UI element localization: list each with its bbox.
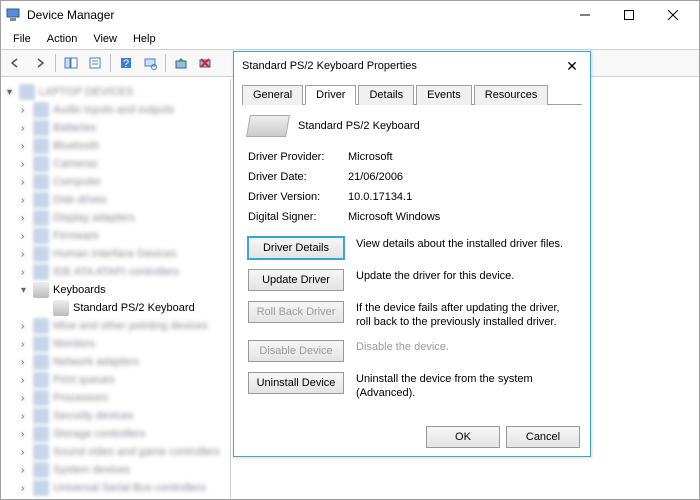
tree-label-keyboards: Keyboards [53, 284, 106, 296]
update-driver-desc: Update the driver for this device. [356, 269, 576, 283]
uninstall-device-button[interactable]: Uninstall Device [248, 372, 344, 394]
label-provider: Driver Provider: [248, 151, 348, 163]
properties-icon[interactable] [84, 52, 106, 74]
device-name: Standard PS/2 Keyboard [298, 120, 420, 132]
label-version: Driver Version: [248, 191, 348, 203]
tree-node-keyboards[interactable]: ▾Keyboards [1, 281, 230, 299]
disable-device-button: Disable Device [248, 340, 344, 362]
show-hide-tree-icon[interactable] [60, 52, 82, 74]
menu-file[interactable]: File [5, 31, 39, 47]
ok-button[interactable]: OK [426, 426, 500, 448]
menu-bar: File Action View Help [1, 29, 699, 49]
help-icon[interactable]: ? [115, 52, 137, 74]
value-version: 10.0.17134.1 [348, 191, 576, 203]
driver-details-desc: View details about the installed driver … [356, 237, 576, 251]
uninstall-device-icon[interactable] [194, 52, 216, 74]
dialog-title: Standard PS/2 Keyboard Properties [242, 60, 417, 72]
svg-text:?: ? [123, 58, 129, 70]
menu-view[interactable]: View [85, 31, 125, 47]
title-bar: Device Manager [1, 1, 699, 29]
window-title: Device Manager [27, 8, 563, 22]
tab-body: Standard PS/2 Keyboard Driver Provider: … [234, 105, 590, 420]
dialog-close-button[interactable]: ✕ [562, 56, 582, 76]
tab-general[interactable]: General [242, 85, 303, 105]
uninstall-device-desc: Uninstall the device from the system (Ad… [356, 372, 576, 401]
value-date: 21/06/2006 [348, 171, 576, 183]
tree-node-standard-keyboard[interactable]: Standard PS/2 Keyboard [1, 299, 230, 317]
close-button[interactable] [651, 1, 695, 29]
tab-details[interactable]: Details [358, 85, 414, 105]
update-driver-icon[interactable] [170, 52, 192, 74]
tab-events[interactable]: Events [416, 85, 472, 105]
label-signer: Digital Signer: [248, 211, 348, 223]
menu-action[interactable]: Action [39, 31, 86, 47]
device-manager-icon [5, 7, 21, 23]
keyboard-icon [246, 115, 290, 137]
dialog-title-bar: Standard PS/2 Keyboard Properties ✕ [234, 52, 590, 80]
tab-resources[interactable]: Resources [474, 85, 549, 105]
value-provider: Microsoft [348, 151, 576, 163]
tab-driver[interactable]: Driver [305, 85, 356, 105]
window-controls [563, 1, 695, 29]
rollback-driver-desc: If the device fails after updating the d… [356, 301, 576, 330]
dialog-tabs: General Driver Details Events Resources [242, 84, 582, 105]
menu-help[interactable]: Help [125, 31, 164, 47]
forward-button[interactable] [29, 52, 51, 74]
cancel-button[interactable]: Cancel [506, 426, 580, 448]
dialog-footer: OK Cancel [426, 426, 580, 448]
minimize-button[interactable] [563, 1, 607, 29]
rollback-driver-button: Roll Back Driver [248, 301, 344, 323]
driver-details-button[interactable]: Driver Details [248, 237, 344, 259]
label-date: Driver Date: [248, 171, 348, 183]
device-manager-window: Device Manager File Action View Help ? ▾… [0, 0, 700, 500]
properties-dialog: Standard PS/2 Keyboard Properties ✕ Gene… [233, 51, 591, 457]
update-driver-button[interactable]: Update Driver [248, 269, 344, 291]
scan-hardware-icon[interactable] [139, 52, 161, 74]
back-button[interactable] [5, 52, 27, 74]
disable-device-desc: Disable the device. [356, 340, 576, 354]
tree-label-standard-keyboard: Standard PS/2 Keyboard [73, 302, 195, 314]
value-signer: Microsoft Windows [348, 211, 576, 223]
device-tree[interactable]: ▾LAPTOP DEVICES ›Audio inputs and output… [1, 79, 231, 499]
maximize-button[interactable] [607, 1, 651, 29]
